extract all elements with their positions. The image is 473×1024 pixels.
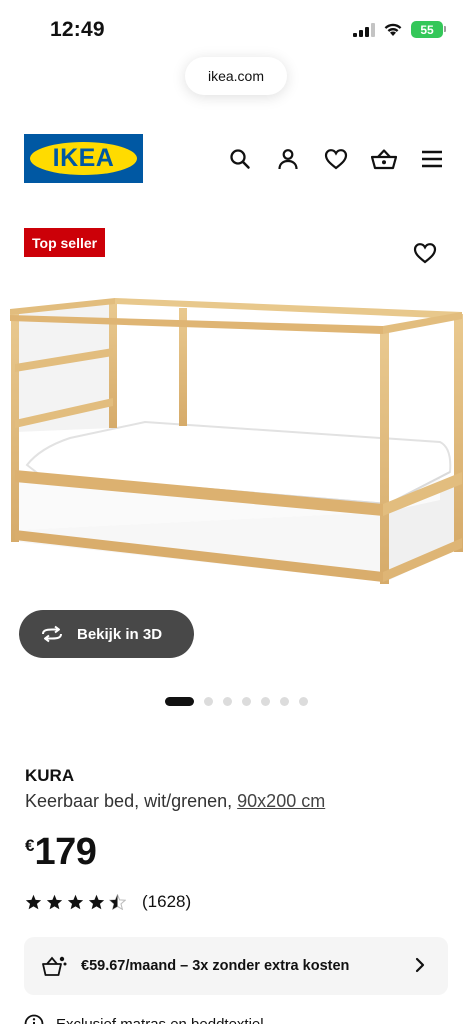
heart-icon <box>413 243 437 264</box>
signal-icon <box>353 22 375 37</box>
carousel-dot[interactable] <box>223 697 232 706</box>
financing-banner[interactable]: €59.67/maand – 3x zonder extra kosten <box>24 937 448 995</box>
chevron-right-icon <box>415 957 425 973</box>
status-icons: 55 <box>353 21 446 38</box>
carousel-dot[interactable] <box>261 697 270 706</box>
price-currency: € <box>25 836 35 855</box>
product-description: Keerbaar bed, wit/grenen, 90x200 cm <box>25 791 325 812</box>
star-icon <box>88 894 105 910</box>
carousel-dot[interactable] <box>165 697 194 706</box>
star-icon <box>67 894 84 910</box>
view-3d-label: Bekijk in 3D <box>77 625 163 643</box>
carousel-dot[interactable] <box>299 697 308 706</box>
rating[interactable]: (1628) <box>25 892 191 912</box>
battery-icon: 55 <box>411 21 446 38</box>
url-text: ikea.com <box>207 68 265 84</box>
logo-oval: IKEA <box>30 142 137 175</box>
info-icon <box>24 1014 44 1024</box>
logo-text: IKEA <box>52 144 115 172</box>
search-icon[interactable] <box>227 146 253 172</box>
header-icons <box>227 146 445 172</box>
carousel-dot[interactable] <box>280 697 289 706</box>
payment-plan-icon <box>42 956 67 976</box>
carousel-dots <box>0 697 473 706</box>
half-star-icon <box>109 894 126 910</box>
star-icon <box>46 894 63 910</box>
badge-label: Top seller <box>32 234 98 251</box>
product-price: € 179 <box>25 830 97 874</box>
financing-text: €59.67/maand – 3x zonder extra kosten <box>81 958 350 974</box>
heart-icon[interactable] <box>323 146 349 172</box>
star-icon <box>25 894 42 910</box>
status-time: 12:49 <box>50 18 105 41</box>
favorite-button[interactable] <box>412 240 438 266</box>
battery-level: 55 <box>420 22 434 37</box>
product-description-text: Keerbaar bed, wit/grenen, <box>25 791 233 811</box>
basket-icon[interactable] <box>371 146 397 172</box>
price-amount: 179 <box>34 831 97 873</box>
site-header: IKEA <box>0 133 473 185</box>
account-icon[interactable] <box>275 146 301 172</box>
rating-count: (1628) <box>142 892 192 911</box>
status-bar: 12:49 55 <box>0 0 473 56</box>
rotate-3d-icon <box>42 625 62 643</box>
extra-info-text: Exclusief matras en beddtextiel <box>56 1015 264 1024</box>
carousel-dot[interactable] <box>242 697 251 706</box>
product-size-link[interactable]: 90x200 cm <box>237 791 325 811</box>
menu-icon[interactable] <box>419 146 445 172</box>
product-image[interactable] <box>0 290 473 600</box>
carousel-dot[interactable] <box>204 697 213 706</box>
product-name: KURA <box>25 766 75 785</box>
ikea-logo[interactable]: IKEA <box>24 134 143 183</box>
top-seller-badge: Top seller <box>24 228 106 257</box>
url-bar[interactable]: ikea.com <box>185 57 287 95</box>
extra-info: Exclusief matras en beddtextiel <box>24 1014 264 1024</box>
view-3d-button[interactable]: Bekijk in 3D <box>19 610 194 658</box>
wifi-icon <box>384 23 402 36</box>
